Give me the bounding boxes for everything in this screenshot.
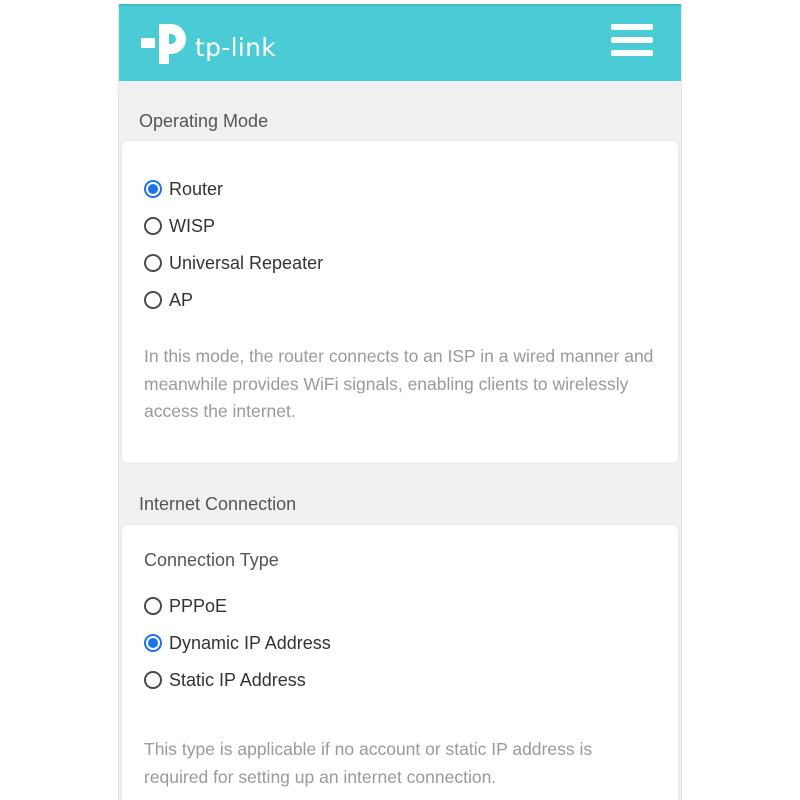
radio-ap[interactable]: AP: [144, 287, 193, 313]
radio-universal-repeater[interactable]: Universal Repeater: [144, 250, 323, 276]
operating-mode-title: Operating Mode: [139, 111, 269, 131]
radio-label: AP: [169, 289, 194, 310]
app-frame: tp-link Operating Mode Router WISP Unive…: [118, 4, 682, 800]
connection-type-label: Connection Type: [144, 550, 279, 570]
tp-link-logo-icon: [141, 24, 186, 64]
radio-button-checked[interactable]: [144, 634, 162, 652]
operating-mode-description: In this mode, the router connects to an …: [144, 346, 654, 421]
radio-button[interactable]: [144, 217, 162, 235]
radio-label: WISP: [169, 215, 216, 236]
radio-label: Static IP Address: [169, 669, 306, 690]
hamburger-menu-icon[interactable]: [611, 24, 653, 56]
radio-button[interactable]: [144, 671, 162, 689]
radio-button[interactable]: [144, 254, 162, 272]
internet-connection-card: Connection Type PPPoE Dynamic IP Address…: [122, 525, 678, 800]
radio-button[interactable]: [144, 597, 162, 615]
radio-button-checked[interactable]: [144, 180, 162, 198]
tp-link-logo[interactable]: tp-link: [137, 18, 276, 70]
brand-name: tp-link: [195, 32, 277, 62]
radio-label: PPPoE: [169, 595, 228, 616]
radio-dynamic-ip[interactable]: Dynamic IP Address: [144, 630, 331, 656]
internet-connection-title: Internet Connection: [139, 494, 297, 514]
top-bar: tp-link: [119, 4, 681, 81]
radio-wisp[interactable]: WISP: [144, 213, 215, 239]
radio-label: Router: [169, 178, 224, 199]
operating-mode-card: Router WISP Universal Repeater AP In thi…: [122, 141, 678, 463]
connection-type-description: This type is applicable if no account or…: [144, 739, 593, 787]
radio-label: Dynamic IP Address: [169, 632, 331, 653]
radio-button[interactable]: [144, 291, 162, 309]
radio-static-ip[interactable]: Static IP Address: [144, 667, 306, 693]
radio-pppoe[interactable]: PPPoE: [144, 593, 227, 619]
radio-router[interactable]: Router: [144, 176, 223, 202]
radio-label: Universal Repeater: [169, 252, 324, 273]
